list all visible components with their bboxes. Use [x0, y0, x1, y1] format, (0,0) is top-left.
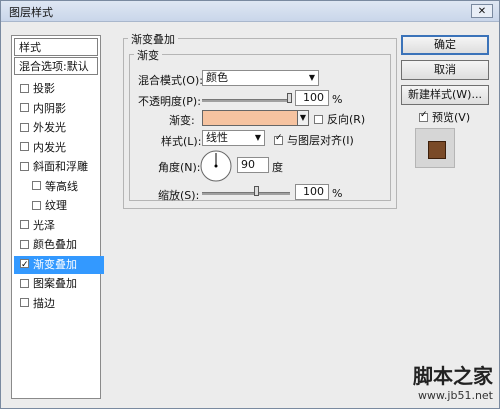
gradient-swatch[interactable]: [202, 110, 298, 126]
preview-checkbox[interactable]: [419, 110, 428, 122]
scale-slider-handle[interactable]: [254, 186, 259, 196]
style-item[interactable]: 内阴影: [14, 100, 104, 118]
scale-slider-track[interactable]: [202, 192, 290, 195]
gradient-overlay-title: 渐变叠加: [128, 31, 178, 47]
scale-unit: %: [332, 187, 343, 200]
ok-button[interactable]: 确定: [401, 35, 489, 55]
layer-style-dialog: 图层样式 ✕ 样式 混合选项:默认 投影内阴影外发光内发光斜面和浮雕等高线纹理光…: [0, 0, 500, 409]
preview-checkbox-wrap[interactable]: 预览(V): [419, 109, 470, 125]
preview-swatch: [428, 141, 446, 159]
window-title: 图层样式: [9, 6, 53, 19]
angle-input[interactable]: 90: [237, 157, 269, 173]
opacity-slider-track[interactable]: [202, 99, 290, 102]
style-item[interactable]: 光泽: [14, 217, 104, 235]
style-item[interactable]: 图案叠加: [14, 275, 104, 293]
style-item-label: 颜色叠加: [33, 238, 77, 251]
style-item-checkbox[interactable]: [20, 298, 29, 307]
gradient-dropdown-button[interactable]: ▼: [297, 110, 309, 126]
style-item-checkbox[interactable]: [20, 239, 29, 249]
angle-unit: 度: [272, 161, 283, 174]
opacity-unit: %: [332, 93, 343, 106]
style-item-checkbox[interactable]: [20, 122, 29, 132]
style-item-checkbox[interactable]: [20, 83, 29, 93]
blend-mode-label: 混合模式(O):: [138, 74, 203, 87]
style-item-checkbox[interactable]: [20, 220, 29, 229]
style-item-label: 光泽: [33, 218, 55, 232]
opacity-input[interactable]: 100: [295, 90, 329, 106]
style-item[interactable]: 渐变叠加: [14, 255, 104, 274]
style-item-label: 描边: [33, 296, 55, 310]
align-label: 与图层对齐(I): [287, 134, 354, 147]
style-item-label: 外发光: [33, 121, 66, 134]
styles-header[interactable]: 样式: [14, 38, 98, 56]
gradient-label: 渐变:: [169, 114, 195, 127]
style-item[interactable]: 描边: [14, 295, 104, 313]
style-item-checkbox[interactable]: [32, 200, 41, 210]
angle-label: 角度(N):: [158, 161, 201, 174]
style-label: 样式(L):: [161, 135, 202, 148]
reverse-label: 反向(R): [327, 113, 366, 126]
style-item[interactable]: 颜色叠加: [14, 236, 104, 254]
watermark-url: www.jb51.net: [417, 389, 493, 402]
align-checkbox[interactable]: [274, 133, 283, 145]
style-item-label: 内阴影: [33, 101, 66, 115]
align-checkbox-wrap[interactable]: 与图层对齐(I): [274, 132, 354, 148]
style-item-label: 渐变叠加: [33, 257, 77, 271]
blending-options-item[interactable]: 混合选项:默认: [14, 57, 98, 75]
watermark: 脚本之家 www.jb51.net: [413, 360, 493, 402]
style-item-label: 投影: [33, 82, 55, 95]
blend-mode-value: 颜色: [206, 71, 228, 84]
opacity-slider-handle[interactable]: [287, 93, 292, 103]
scale-input[interactable]: 100: [295, 184, 329, 200]
reverse-checkbox[interactable]: [314, 114, 323, 124]
chevron-down-icon: ▼: [254, 133, 261, 142]
gradient-subgroup-title: 渐变: [134, 47, 162, 63]
style-item-label: 纹理: [45, 199, 67, 212]
angle-dial[interactable]: [199, 149, 233, 183]
opacity-label: 不透明度(P):: [138, 95, 201, 108]
styles-list: 样式 混合选项:默认 投影内阴影外发光内发光斜面和浮雕等高线纹理光泽颜色叠加渐变…: [11, 35, 104, 399]
scale-label: 缩放(S):: [158, 189, 200, 202]
style-item-checkbox[interactable]: [20, 142, 29, 151]
style-item-label: 内发光: [33, 140, 66, 154]
preview-label: 预览(V): [432, 111, 471, 124]
style-value: 线性: [206, 131, 228, 144]
style-item-checkbox[interactable]: [20, 256, 29, 274]
chevron-down-icon: ▼: [308, 73, 315, 82]
style-item[interactable]: 外发光: [14, 119, 104, 137]
style-item-label: 等高线: [45, 179, 78, 193]
watermark-title: 脚本之家: [413, 364, 493, 388]
title-bar: 图层样式 ✕: [1, 1, 499, 22]
style-item-checkbox[interactable]: [32, 181, 41, 190]
style-item[interactable]: 投影: [14, 80, 104, 98]
new-style-button[interactable]: 新建样式(W)...: [401, 85, 489, 105]
style-item[interactable]: 纹理: [14, 197, 116, 215]
style-select[interactable]: 线性 ▼: [202, 130, 265, 146]
style-item[interactable]: 等高线: [14, 178, 116, 196]
style-item[interactable]: 内发光: [14, 139, 104, 157]
style-item-checkbox[interactable]: [20, 161, 29, 171]
style-item-checkbox[interactable]: [20, 103, 29, 112]
blend-mode-select[interactable]: 颜色 ▼: [202, 70, 319, 86]
style-item-label: 图案叠加: [33, 277, 77, 290]
style-item[interactable]: 斜面和浮雕: [14, 158, 104, 176]
style-item-label: 斜面和浮雕: [33, 160, 88, 173]
cancel-button[interactable]: 取消: [401, 60, 489, 80]
chevron-down-icon: ▼: [299, 113, 307, 122]
close-icon[interactable]: ✕: [471, 4, 493, 18]
reverse-checkbox-wrap[interactable]: 反向(R): [314, 111, 365, 127]
style-preview: [415, 128, 455, 168]
style-item-checkbox[interactable]: [20, 278, 29, 288]
